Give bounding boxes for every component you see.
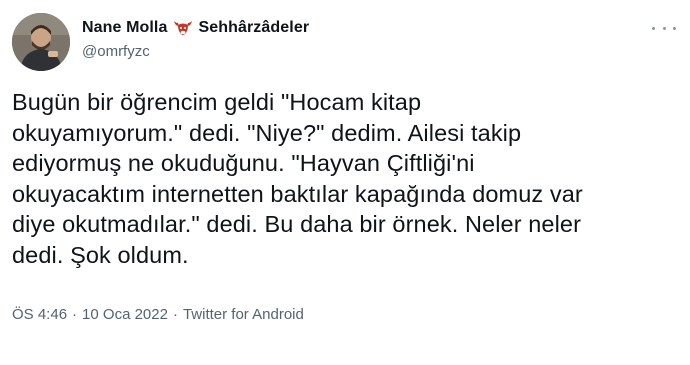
tweet-card: Nane Molla Sehhârzâdeler @omrfyzc Bugün …: [0, 0, 690, 365]
tweet-source[interactable]: Twitter for Android: [183, 306, 304, 323]
tweet-date[interactable]: 10 Oca 2022: [82, 306, 168, 323]
author-block: Nane Molla Sehhârzâdeler @omrfyzc: [82, 17, 309, 60]
handle[interactable]: @omrfyzc: [82, 43, 309, 60]
bull-head-icon: [173, 19, 193, 37]
avatar[interactable]: [12, 13, 70, 71]
tweet-meta: ÖS 4:46 · 10 Oca 2022 · Twitter for Andr…: [12, 306, 304, 323]
meta-separator: ·: [72, 306, 78, 323]
tweet-time[interactable]: ÖS 4:46: [12, 306, 67, 323]
meta-separator: ·: [172, 306, 178, 323]
dot: [662, 26, 666, 30]
more-dots-icon[interactable]: [652, 20, 676, 36]
display-name[interactable]: Nane Molla: [82, 19, 167, 37]
avatar-photo-icon: [12, 13, 70, 71]
dot: [673, 26, 676, 30]
name-row: Nane Molla Sehhârzâdeler: [82, 17, 309, 39]
name-suffix: Sehhârzâdeler: [198, 19, 310, 36]
dot: [652, 26, 655, 30]
tweet-text: Bugün bir öğrencim geldi "Hocam kitap ok…: [12, 89, 583, 268]
